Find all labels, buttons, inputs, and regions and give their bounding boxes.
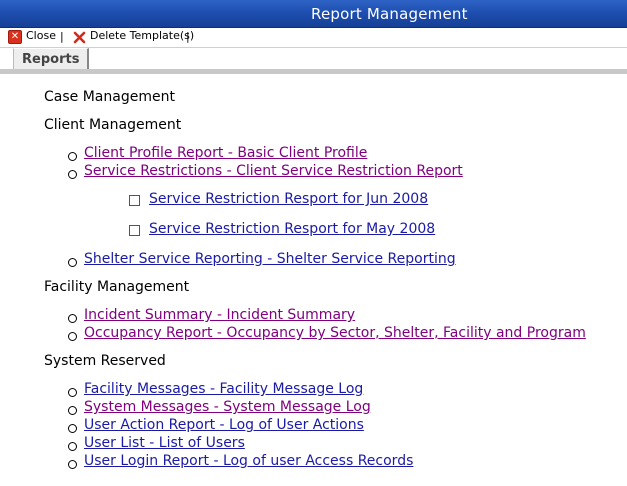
link-incident-summary[interactable]: Incident Summary - Incident Summary bbox=[84, 307, 355, 323]
tab-strip: Reports bbox=[0, 47, 627, 71]
title-bar: Report Management bbox=[0, 0, 627, 28]
close-button-label: Close bbox=[26, 29, 56, 42]
link-service-restrictions[interactable]: Service Restrictions - Client Service Re… bbox=[84, 163, 463, 179]
link-client-profile-report[interactable]: Client Profile Report - Basic Client Pro… bbox=[84, 145, 367, 161]
close-button[interactable]: ✕ Close bbox=[8, 29, 56, 44]
bullet-icon bbox=[68, 258, 77, 267]
bullet-icon bbox=[68, 388, 77, 397]
toolbar-separator-trailing: | bbox=[186, 30, 190, 43]
bullet-icon bbox=[68, 332, 77, 341]
bullet-icon bbox=[68, 314, 77, 323]
link-service-restriction-jun-2008[interactable]: Service Restriction Resport for Jun 2008 bbox=[149, 191, 428, 207]
checkbox-jun-2008[interactable] bbox=[129, 195, 140, 206]
bullet-icon bbox=[68, 460, 77, 469]
section-heading-client-management: Client Management bbox=[44, 117, 182, 133]
link-user-action-report[interactable]: User Action Report - Log of User Actions bbox=[84, 417, 364, 433]
delete-templates-label: Delete Template(s) bbox=[90, 29, 195, 42]
bullet-icon bbox=[68, 424, 77, 433]
bullet-icon bbox=[68, 170, 77, 179]
section-heading-case-management: Case Management bbox=[44, 89, 175, 105]
link-service-restriction-may-2008[interactable]: Service Restriction Resport for May 2008 bbox=[149, 221, 435, 237]
window-title: Report Management bbox=[311, 5, 468, 23]
link-system-messages[interactable]: System Messages - System Message Log bbox=[84, 399, 371, 415]
delete-templates-button[interactable]: Delete Template(s) bbox=[73, 29, 195, 44]
link-user-list[interactable]: User List - List of Users bbox=[84, 435, 245, 451]
delete-icon bbox=[73, 31, 86, 43]
toolbar-separator: | bbox=[60, 30, 64, 43]
bullet-icon bbox=[68, 406, 77, 415]
bullet-icon bbox=[68, 442, 77, 451]
link-occupancy-report[interactable]: Occupancy Report - Occupancy by Sector, … bbox=[84, 325, 586, 341]
section-heading-system-reserved: System Reserved bbox=[44, 353, 166, 369]
checkbox-may-2008[interactable] bbox=[129, 225, 140, 236]
link-facility-messages[interactable]: Facility Messages - Facility Message Log bbox=[84, 381, 363, 397]
bullet-icon bbox=[68, 152, 77, 161]
section-heading-facility-management: Facility Management bbox=[44, 279, 190, 295]
link-shelter-service-reporting[interactable]: Shelter Service Reporting - Shelter Serv… bbox=[84, 251, 456, 267]
link-user-login-report[interactable]: User Login Report - Log of user Access R… bbox=[84, 453, 413, 469]
report-list: Case Management Client Management Client… bbox=[0, 74, 627, 486]
tab-reports[interactable]: Reports bbox=[13, 48, 90, 71]
toolbar: ✕ Close | Delete Template(s) | bbox=[0, 28, 627, 46]
close-icon: ✕ bbox=[8, 30, 22, 44]
